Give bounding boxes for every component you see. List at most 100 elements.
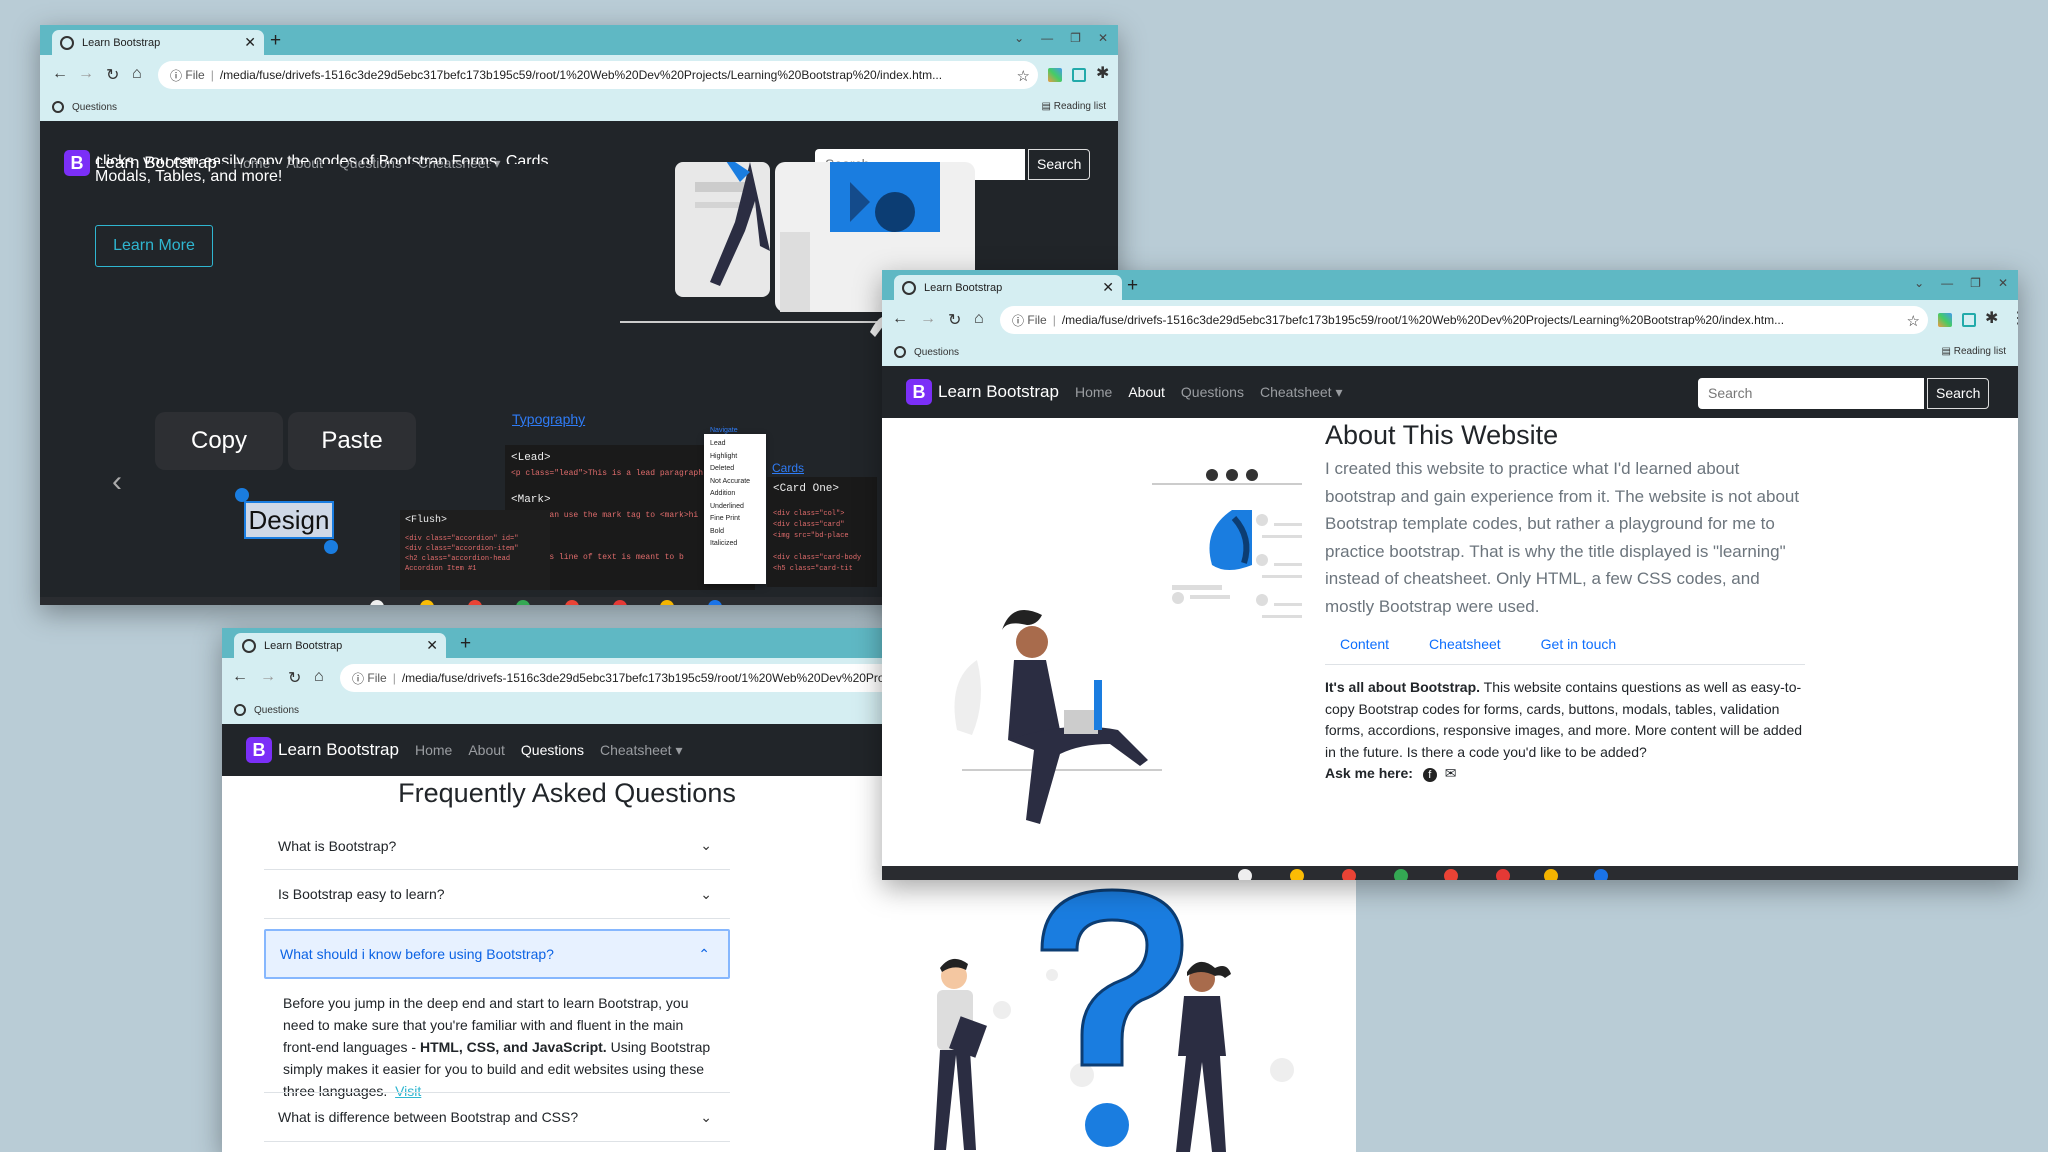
extension-icon[interactable] — [1048, 68, 1062, 82]
accordion-item[interactable]: Is Bootstrap easy to learn? ⌄ — [264, 870, 730, 919]
email-icon[interactable]: ✉ — [1445, 765, 1457, 781]
chevron-down-icon[interactable]: ⌄ — [1914, 276, 1924, 290]
back-icon[interactable]: ← — [52, 65, 68, 83]
brand-name[interactable]: Learn Bootstrap — [938, 382, 1059, 402]
home-icon[interactable]: ⌂ — [132, 65, 142, 83]
dropdown-item[interactable]: Underlined — [710, 501, 760, 514]
cards-link[interactable]: Cards — [772, 461, 804, 475]
back-icon[interactable]: ← — [892, 310, 908, 328]
bookmark-star-icon[interactable]: ☆ — [1017, 67, 1030, 85]
bookmark-item[interactable]: Questions — [894, 346, 959, 358]
dropdown-item[interactable]: Not Accurate — [710, 476, 760, 489]
dropdown-item[interactable]: Italicized — [710, 538, 760, 551]
nav-about[interactable]: About — [468, 742, 505, 758]
facebook-icon[interactable]: f — [1422, 768, 1437, 782]
close-tab-icon[interactable]: ✕ — [426, 637, 438, 654]
bookmark-item[interactable]: Questions — [52, 101, 117, 113]
new-tab-button[interactable]: + — [460, 633, 471, 655]
faq-heading: Frequently Asked Questions — [398, 778, 736, 808]
dropdown-item[interactable]: Addition — [710, 488, 760, 501]
address-bar[interactable]: ⓘ File | /media/fuse/drivefs-1516c3de29d… — [340, 664, 882, 692]
code-panel-card: <Card One> <div class="col"> <div class="… — [767, 477, 877, 587]
extension-icon[interactable] — [1938, 313, 1952, 327]
accordion-question: What is difference between Bootstrap and… — [278, 1109, 579, 1125]
nav-cheatsheet-label: Cheatsheet — [599, 741, 672, 758]
accordion-question: Is Bootstrap easy to learn? — [278, 886, 445, 902]
chevron-down-icon[interactable]: ⌄ — [1014, 31, 1024, 45]
tab-cheatsheet[interactable]: Cheatsheet — [1429, 636, 1501, 652]
bootstrap-logo-icon[interactable]: B — [906, 379, 932, 405]
nav-home[interactable]: Home — [415, 742, 452, 758]
browser-tab[interactable]: Learn Bootstrap ✕ — [234, 633, 446, 658]
dropdown-item[interactable]: Bold — [710, 526, 760, 539]
reading-list[interactable]: ▤ Reading list — [1942, 346, 2007, 357]
globe-icon — [234, 704, 246, 716]
copy-bubble: Copy — [155, 412, 283, 470]
puzzle-icon[interactable]: ✱ — [1985, 308, 1998, 328]
brand-name[interactable]: Learn Bootstrap — [278, 740, 399, 760]
browser-toolbar: ← → ↻ ⌂ ⓘ File | /media/fuse/drivefs-151… — [222, 658, 882, 698]
accordion-item[interactable]: What is Bootstrap? ⌄ — [264, 822, 730, 870]
bookmarks-bar: Questions — [222, 698, 882, 724]
address-bar[interactable]: ⓘ File | /media/fuse/drivefs-1516c3de29d… — [1000, 306, 1928, 334]
minimize-icon[interactable]: — — [1041, 31, 1053, 45]
bookmarks-bar: Questions ▤ Reading list — [40, 95, 1118, 121]
puzzle-icon[interactable]: ✱ — [1096, 63, 1109, 83]
menu-dots-icon[interactable]: ⋮ — [2010, 308, 2018, 328]
reading-list[interactable]: ▤ Reading list — [1042, 101, 1107, 112]
home-icon[interactable]: ⌂ — [974, 310, 984, 328]
learn-more-button[interactable]: Learn More — [95, 225, 213, 267]
browser-tab[interactable]: Learn Bootstrap ✕ — [894, 275, 1122, 300]
dropdown-item[interactable]: Deleted — [710, 463, 760, 476]
browser-window-about: Learn Bootstrap ✕ + ⌄ — ❐ ✕ ← → ↻ ⌂ ⓘ Fi… — [882, 270, 2018, 880]
reload-icon[interactable]: ↻ — [106, 65, 119, 85]
forward-icon[interactable]: → — [260, 668, 276, 686]
home-icon[interactable]: ⌂ — [314, 668, 324, 686]
bootstrap-logo-icon[interactable]: B — [246, 737, 272, 763]
reload-icon[interactable]: ↻ — [948, 310, 961, 330]
nav-about[interactable]: About — [1128, 384, 1165, 400]
tab-get-in-touch[interactable]: Get in touch — [1541, 636, 1617, 652]
os-shelf — [882, 866, 2018, 880]
restore-icon[interactable]: ❐ — [1970, 276, 1981, 290]
close-window-icon[interactable]: ✕ — [1098, 31, 1108, 45]
nav-cheatsheet[interactable]: Cheatsheet ▾ — [600, 742, 683, 759]
accordion-question: What should i know before using Bootstra… — [280, 946, 554, 962]
dropdown-item[interactable]: Lead — [710, 438, 760, 451]
forward-icon[interactable]: → — [920, 310, 936, 328]
design-selection: Design — [244, 501, 334, 539]
typography-link[interactable]: Typography — [512, 411, 585, 427]
bookmark-star-icon[interactable]: ☆ — [1907, 312, 1920, 330]
close-window-icon[interactable]: ✕ — [1998, 276, 2008, 290]
reload-icon[interactable]: ↻ — [288, 668, 301, 688]
accordion-item-expanded[interactable]: What should i know before using Bootstra… — [264, 929, 730, 979]
minimize-icon[interactable]: — — [1941, 276, 1953, 290]
extension-icon[interactable] — [1072, 68, 1086, 82]
search-input[interactable]: Search — [1698, 378, 1924, 409]
nav-questions[interactable]: Questions — [521, 742, 584, 758]
nav-questions[interactable]: Questions — [1181, 384, 1244, 400]
carousel-prev-icon[interactable]: ‹ — [112, 465, 122, 499]
back-icon[interactable]: ← — [232, 668, 248, 686]
nav-home[interactable]: Home — [1075, 384, 1112, 400]
dropdown-item[interactable]: Highlight — [710, 451, 760, 464]
new-tab-button[interactable]: + — [1127, 275, 1138, 297]
tab-content[interactable]: Content — [1340, 636, 1389, 652]
nav-cheatsheet[interactable]: Cheatsheet ▾ — [1260, 384, 1343, 401]
forward-icon[interactable]: → — [78, 65, 94, 83]
restore-icon[interactable]: ❐ — [1070, 31, 1081, 45]
bootstrap-logo-icon[interactable]: B — [64, 150, 90, 176]
dropdown-item[interactable]: Fine Print — [710, 513, 760, 526]
accordion-item[interactable]: What is difference between Bootstrap and… — [264, 1093, 730, 1142]
address-bar[interactable]: ⓘ File | /media/fuse/drivefs-1516c3de29d… — [158, 61, 1038, 89]
new-tab-button[interactable]: + — [270, 30, 281, 52]
close-tab-icon[interactable]: ✕ — [1102, 279, 1114, 296]
window-controls: ⌄ — ❐ ✕ — [1014, 31, 1108, 45]
browser-tab[interactable]: Learn Bootstrap ✕ — [52, 30, 264, 55]
extension-icon[interactable] — [1962, 313, 1976, 327]
search-form: Search Search — [1698, 378, 1990, 409]
ask-me-label: Ask me here: — [1325, 765, 1413, 781]
close-tab-icon[interactable]: ✕ — [244, 34, 256, 51]
bookmark-item[interactable]: Questions — [234, 704, 299, 716]
search-button[interactable]: Search — [1927, 378, 1990, 409]
